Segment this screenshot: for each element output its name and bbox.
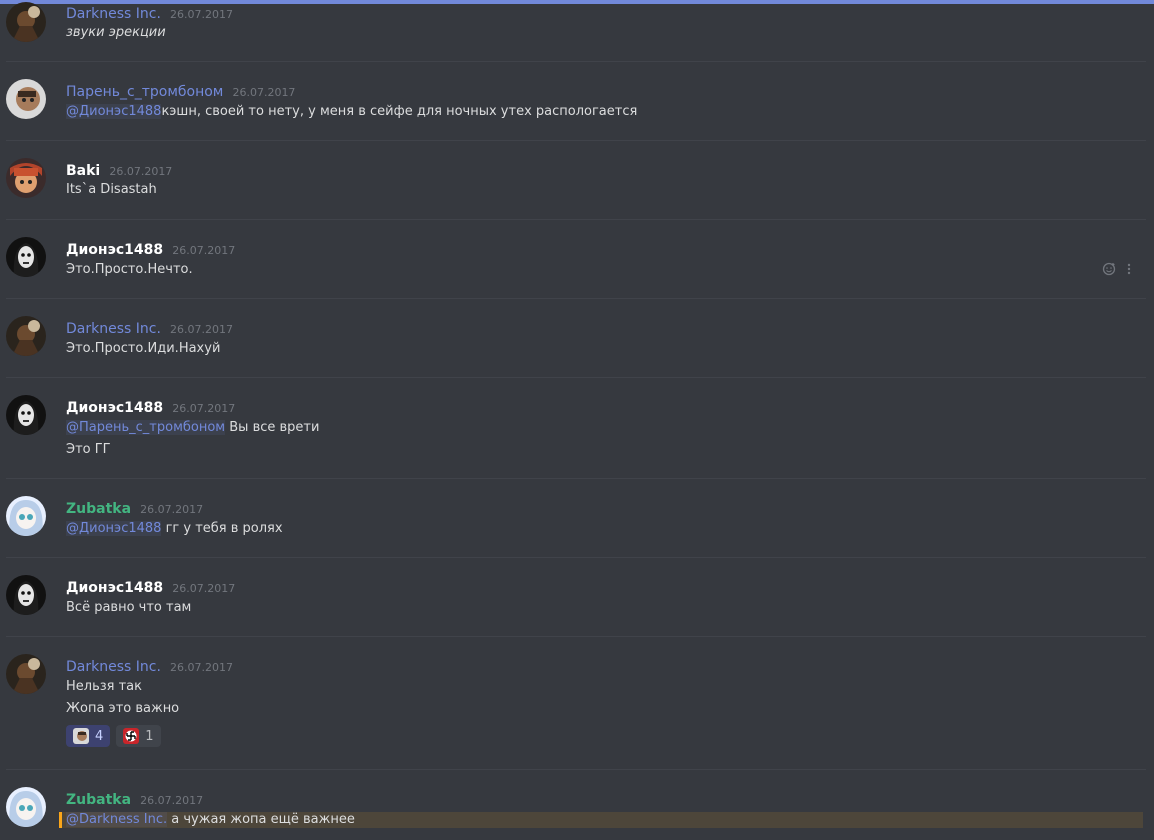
message-text: @Дионэс1488 гг у тебя в ролях — [66, 521, 283, 536]
divider — [6, 557, 1146, 558]
avatar-baki[interactable] — [6, 158, 46, 198]
message-text: звуки эрекции — [66, 25, 166, 40]
message-text: Всё равно что там — [66, 600, 192, 615]
message-text: Это.Просто.Нечто. — [66, 262, 193, 277]
avatar-face-emoji — [73, 728, 89, 744]
timestamp: 26.07.2017 — [170, 661, 233, 674]
message-text: @Darkness Inc. а чужая жопа ещё важнее — [66, 812, 355, 827]
divider — [6, 61, 1146, 62]
author-name[interactable]: Дионэс1488 — [66, 580, 163, 596]
divider — [6, 219, 1146, 220]
timestamp: 26.07.2017 — [170, 323, 233, 336]
timestamp: 26.07.2017 — [109, 165, 173, 178]
divider — [6, 769, 1146, 770]
reaction-count: 4 — [95, 728, 104, 744]
timestamp: 26.07.2017 — [140, 794, 204, 807]
message-body: Вы все врети — [225, 420, 320, 435]
message-text: Это ГГ — [66, 442, 111, 457]
timestamp: 26.07.2017 — [140, 503, 204, 516]
avatar-darkness-inc[interactable] — [6, 654, 46, 694]
author-name[interactable]: Дионэс1488 — [66, 400, 163, 416]
author-name[interactable]: Дионэс1488 — [66, 242, 163, 258]
divider — [6, 140, 1146, 141]
message-text: Нельзя так — [66, 679, 143, 694]
author-name[interactable]: Zubatka — [66, 501, 131, 517]
message-body: кэшн, своей то нету, у меня в сейфе для … — [161, 104, 638, 119]
avatar-zubatka[interactable] — [6, 496, 46, 536]
avatar-dionaes1488[interactable] — [6, 237, 46, 277]
reaction-button[interactable]: 4 — [66, 725, 111, 747]
timestamp: 26.07.2017 — [170, 8, 233, 21]
message-text: @Дионэс1488кэшн, своей то нету, у меня в… — [66, 104, 637, 119]
avatar-darkness-inc[interactable] — [6, 2, 46, 42]
user-mention[interactable]: @Дионэс1488 — [66, 521, 162, 536]
divider — [6, 636, 1146, 637]
add-reaction-icon[interactable] — [1102, 262, 1116, 276]
author-name[interactable]: Darkness Inc. — [66, 6, 161, 22]
message-body: гг у тебя в ролях — [161, 521, 283, 536]
swastika-emoji — [123, 728, 140, 744]
timestamp: 26.07.2017 — [172, 582, 236, 595]
reaction-button[interactable]: 1 — [116, 725, 161, 747]
divider — [6, 298, 1146, 299]
divider — [6, 478, 1146, 479]
timestamp: 26.07.2017 — [172, 402, 236, 415]
avatar-zubatka[interactable] — [6, 787, 46, 827]
avatar-dionaes1488[interactable] — [6, 575, 46, 615]
message-text: @Парень_с_тромбоном Вы все врети — [66, 420, 319, 435]
more-options-icon[interactable] — [1122, 262, 1136, 276]
author-name[interactable]: Darkness Inc. — [66, 321, 161, 337]
reaction-count: 1 — [145, 728, 154, 744]
avatar-paren-s-trombonom[interactable] — [6, 79, 46, 119]
timestamp: 26.07.2017 — [232, 86, 296, 99]
user-mention[interactable]: @Darkness Inc. — [66, 812, 168, 827]
message-text: Жопа это важно — [66, 701, 180, 716]
author-name[interactable]: Baki — [66, 163, 100, 179]
message-body: а чужая жопа ещё важнее — [167, 812, 355, 827]
author-name[interactable]: Парень_с_тромбоном — [66, 84, 223, 100]
author-name[interactable]: Darkness Inc. — [66, 659, 161, 675]
timestamp: 26.07.2017 — [172, 244, 236, 257]
user-mention[interactable]: @Парень_с_тромбоном — [66, 420, 226, 435]
avatar-darkness-inc[interactable] — [6, 316, 46, 356]
avatar-dionaes1488[interactable] — [6, 395, 46, 435]
message-text: Это.Просто.Иди.Нахуй — [66, 341, 221, 356]
author-name[interactable]: Zubatka — [66, 792, 131, 808]
divider — [6, 377, 1146, 378]
message-text: Its`a Disastah — [66, 182, 157, 197]
user-mention[interactable]: @Дионэс1488 — [66, 104, 162, 119]
